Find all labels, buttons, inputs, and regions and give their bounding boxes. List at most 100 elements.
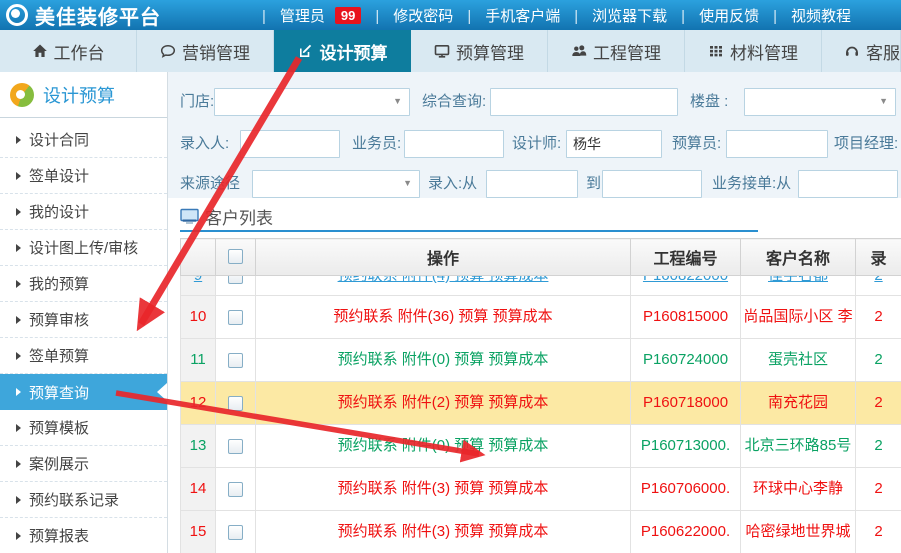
row-checkbox[interactable]: [228, 276, 243, 284]
project-code-link[interactable]: P160622000.: [641, 523, 730, 540]
row-action-links[interactable]: 预约联系 附件(3) 预算 预算成本: [338, 523, 549, 540]
row-action-links[interactable]: 预约联系 附件(3) 预算 预算成本: [338, 480, 549, 497]
tab-label: 工作台: [54, 39, 105, 64]
sidebar-header: 设计预算: [0, 72, 167, 118]
caret-icon: [16, 172, 21, 180]
notification-badge[interactable]: 99: [335, 7, 361, 24]
sidebar-item-appointment-records[interactable]: 预约联系记录: [0, 482, 167, 518]
project-code-link[interactable]: P160724000: [643, 351, 728, 368]
row-actions-cell: 预约联系 附件(3) 预算 预算成本: [256, 511, 631, 553]
sidebar-item-budget-review[interactable]: 预算审核: [0, 302, 167, 338]
sidebar-item-my-design[interactable]: 我的设计: [0, 194, 167, 230]
sidebar-item-budget-report[interactable]: 预算报表: [0, 518, 167, 553]
entry-person-label: 录入人:: [180, 130, 229, 158]
row-action-links[interactable]: 预约联系 附件(2) 预算 预算成本: [338, 394, 549, 411]
project-code-header: 工程编号: [631, 239, 741, 276]
salesman-input[interactable]: [404, 130, 504, 158]
tab-label: 工程管理: [593, 39, 661, 64]
sidebar-item-label: 预算查询: [29, 382, 89, 403]
store-label: 门店:: [180, 88, 214, 116]
tab-project-management[interactable]: 工程管理: [548, 30, 685, 72]
project-code-link[interactable]: P160822000: [631, 276, 740, 295]
row-checkbox[interactable]: [228, 439, 243, 454]
customer-name-link[interactable]: 蛋壳社区: [768, 351, 828, 368]
caret-icon: [16, 352, 21, 360]
edit-icon: [298, 43, 320, 59]
project-code-link[interactable]: P160718000: [643, 394, 728, 411]
query-label: 综合查询:: [422, 88, 486, 116]
change-password-link[interactable]: 修改密码: [361, 5, 453, 26]
sidebar-item-label: 签单预算: [29, 345, 89, 366]
tab-label: 预算管理: [456, 39, 524, 64]
tab-design-budget[interactable]: 设计预算: [274, 30, 411, 72]
budgeter-input[interactable]: [726, 130, 828, 158]
admin-user-link[interactable]: 管理员: [248, 5, 325, 26]
row-action-links[interactable]: 预约联系 附件(0) 预算 预算成本: [338, 351, 549, 368]
tab-workbench[interactable]: 工作台: [0, 30, 137, 72]
brand-name: 美佳装修平台: [35, 1, 161, 30]
building-select[interactable]: [744, 88, 896, 116]
customer-name-link[interactable]: 北京三环路85号: [745, 437, 852, 454]
row-action-links[interactable]: 预约联系 附件(36) 预算 预算成本: [333, 308, 552, 325]
tab-budget-management[interactable]: 预算管理: [411, 30, 548, 72]
order-from-input[interactable]: [798, 170, 898, 198]
sidebar-item-budget-template[interactable]: 预算模板: [0, 410, 167, 446]
sidebar-item-my-budget[interactable]: 我的预算: [0, 266, 167, 302]
customer-name-link[interactable]: 尚品国际小区 李: [743, 308, 852, 325]
feedback-link[interactable]: 使用反馈: [667, 5, 759, 26]
sidebar-item-design-upload-review[interactable]: 设计图上传/审核: [0, 230, 167, 266]
row-checkbox[interactable]: [228, 353, 243, 368]
customer-name-link[interactable]: 环球中心李静: [753, 480, 843, 497]
table-header-row: 操作 工程编号 客户名称 录: [181, 239, 901, 276]
row-actions-cell: 预约联系 附件(4) 预算 预算成本: [256, 276, 631, 296]
select-all-checkbox[interactable]: [228, 249, 243, 264]
tab-material-management[interactable]: 材料管理: [685, 30, 822, 72]
row-action-links[interactable]: 预约联系 附件(0) 预算 预算成本: [338, 437, 549, 454]
sidebar-item-case-showcase[interactable]: 案例展示: [0, 446, 167, 482]
sidebar-item-sign-design[interactable]: 签单设计: [0, 158, 167, 194]
customer-name-cell: 环球中心李静: [741, 468, 856, 511]
row-checkbox-cell: [216, 511, 256, 553]
customer-name-link[interactable]: 南充花园: [768, 394, 828, 411]
tab-label: 营销管理: [182, 39, 250, 64]
date-cell: 2: [856, 382, 901, 425]
designer-input[interactable]: [566, 130, 662, 158]
project-code-link[interactable]: P160713000.: [641, 437, 730, 454]
entry-to-input[interactable]: [602, 170, 702, 198]
sidebar-item-sign-budget[interactable]: 签单预算: [0, 338, 167, 374]
video-tutorial-link[interactable]: 视频教程: [759, 5, 851, 26]
row-checkbox-cell: [216, 425, 256, 468]
customer-name-link[interactable]: 佳宇名都: [741, 276, 855, 295]
project-code-link[interactable]: P160706000.: [641, 480, 730, 497]
row-number: 12: [181, 382, 216, 425]
tab-marketing[interactable]: 营销管理: [137, 30, 274, 72]
mobile-client-link[interactable]: 手机客户端: [453, 5, 560, 26]
building-label: 楼盘 :: [690, 88, 728, 116]
customer-name-link[interactable]: 哈密绿地世界城: [745, 523, 850, 540]
tab-customer-service[interactable]: 客服: [822, 30, 901, 72]
row-checkbox[interactable]: [228, 310, 243, 325]
date-cell: 2: [856, 468, 901, 511]
date-cell: 2: [856, 425, 901, 468]
sidebar-item-design-contract[interactable]: 设计合同: [0, 122, 167, 158]
main-content: 门店: 综合查询: 楼盘 : 录入人: 业务员: 设计师: 预算员: 项目经理:…: [168, 72, 901, 553]
date-header: 录: [856, 239, 901, 276]
customer-name-cell: 蛋壳社区: [741, 339, 856, 382]
query-input[interactable]: [490, 88, 678, 116]
caret-icon: [16, 532, 21, 540]
entry-person-input[interactable]: [240, 130, 340, 158]
module-logo-icon: [10, 83, 34, 107]
store-select[interactable]: [214, 88, 410, 116]
entry-from-input[interactable]: [486, 170, 578, 198]
grid-icon: [708, 43, 730, 59]
source-select[interactable]: [252, 170, 420, 198]
headset-icon: [844, 43, 866, 59]
sidebar-item-budget-query[interactable]: 预算查询: [0, 374, 167, 410]
row-action-links[interactable]: 预约联系 附件(4) 预算 预算成本: [256, 276, 630, 295]
customer-list-tab[interactable]: 客户列表: [180, 204, 273, 229]
project-code-link[interactable]: P160815000: [643, 308, 728, 325]
browser-download-link[interactable]: 浏览器下载: [560, 5, 667, 26]
row-checkbox[interactable]: [228, 525, 243, 540]
row-checkbox[interactable]: [228, 482, 243, 497]
row-checkbox[interactable]: [228, 396, 243, 411]
